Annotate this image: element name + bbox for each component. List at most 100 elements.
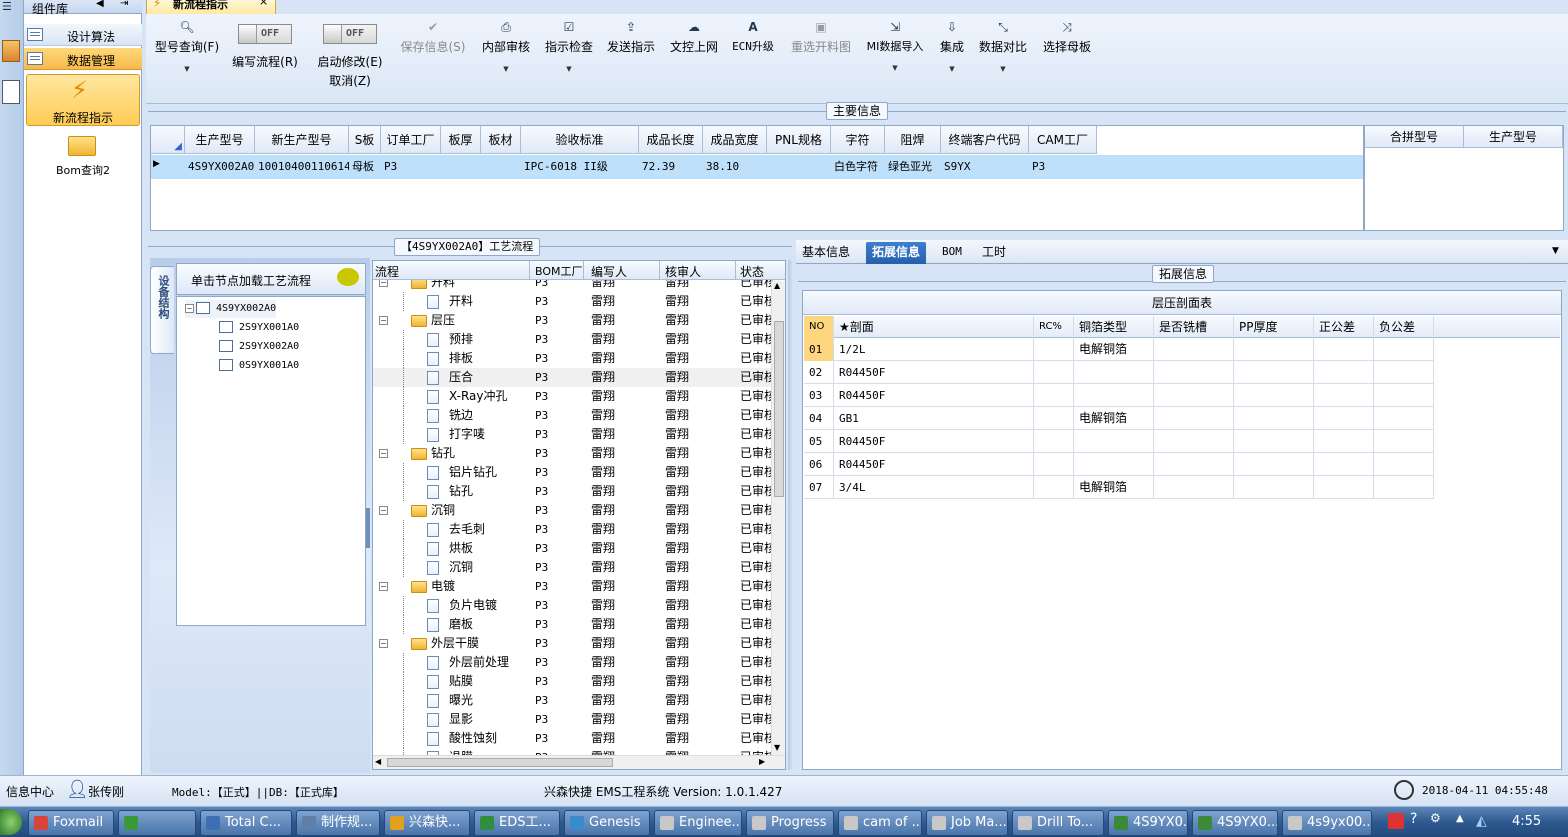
scroll-left-icon[interactable]: ◀ — [375, 757, 381, 766]
table-row[interactable]: 沉铜 P3 雷翔 雷翔 已审核 — [373, 558, 773, 577]
table-cell[interactable]: S9YX — [941, 156, 1029, 178]
table-cell[interactable]: 03 — [804, 384, 834, 407]
table-row[interactable]: 压合 P3 雷翔 雷翔 已审核 — [373, 368, 773, 387]
table-cell[interactable] — [1234, 384, 1314, 407]
table-cell[interactable]: GB1 — [834, 407, 1034, 430]
table-cell[interactable] — [1154, 384, 1234, 407]
column-header[interactable]: 验收标准 — [521, 126, 639, 154]
table-row[interactable]: 外层前处理 P3 雷翔 雷翔 已审核 — [373, 653, 773, 672]
table-cell[interactable]: 07 — [804, 476, 834, 499]
table-cell[interactable]: 1/2L — [834, 338, 1034, 361]
column-header-bom-factory[interactable]: BOM工厂 — [535, 263, 583, 279]
table-cell[interactable] — [1034, 476, 1074, 499]
doc-upload-button[interactable]: ☁ 文控上网 — [666, 14, 722, 104]
table-cell[interactable]: 4S9YX002A0 — [185, 156, 255, 178]
table-row[interactable]: − 钻孔 P3 雷翔 雷翔 已审核 — [373, 444, 773, 463]
table-cell[interactable]: 05 — [804, 430, 834, 453]
column-header[interactable]: 生产型号 — [185, 126, 255, 154]
tree-node[interactable]: 2S9YX001A0 — [219, 319, 299, 337]
chevron-down-icon[interactable]: ▼ — [542, 65, 596, 73]
scroll-down-icon[interactable]: ▼ — [774, 743, 780, 752]
chevron-down-icon[interactable]: ▼ — [862, 64, 928, 72]
table-cell[interactable]: 电解铜箔 — [1074, 407, 1154, 430]
table-cell[interactable]: 母板 — [349, 156, 381, 178]
table-cell[interactable] — [1074, 361, 1154, 384]
table-cell[interactable]: 10010400110614 — [255, 156, 349, 178]
table-row[interactable]: 04 GB1 电解铜箔 — [804, 407, 1434, 430]
tray-expand-icon[interactable]: ▲ — [1456, 813, 1464, 824]
table-cell[interactable] — [1074, 453, 1154, 476]
tab-extended-info[interactable]: 拓展信息 — [866, 242, 927, 264]
cancel-button[interactable]: 取消(Z) — [312, 72, 388, 89]
table-cell[interactable]: P3 — [1029, 156, 1097, 178]
chevron-down-icon[interactable]: ▼ — [478, 65, 534, 73]
tab-bom[interactable]: BOM — [936, 242, 968, 264]
sidebar-item-data-management[interactable]: 数据管理 — [24, 48, 142, 70]
taskbar-item[interactable]: 制作规... — [296, 810, 380, 836]
tab-basic-info[interactable]: 基本信息 — [796, 242, 856, 264]
column-header[interactable]: 负公差 — [1374, 316, 1434, 338]
taskbar-item[interactable]: EDS工... — [474, 810, 560, 836]
report-icon[interactable] — [2, 80, 20, 104]
table-cell[interactable]: 06 — [804, 453, 834, 476]
table-cell[interactable] — [1314, 453, 1374, 476]
taskbar-item[interactable]: 兴森快... — [384, 810, 470, 836]
column-header-writer[interactable]: 编写人 — [591, 263, 627, 280]
table-cell[interactable] — [1154, 430, 1234, 453]
table-cell[interactable] — [1234, 430, 1314, 453]
data-compare-button[interactable]: ⤡ 数据对比 ▼ — [976, 14, 1030, 104]
table-cell[interactable] — [1034, 361, 1074, 384]
table-cell[interactable]: 01 — [804, 338, 834, 361]
ecn-upgrade-button[interactable]: A ECN升级 — [728, 14, 778, 104]
column-header[interactable]: 板厚 — [441, 126, 481, 154]
table-row[interactable]: 去毛刺 P3 雷翔 雷翔 已审核 — [373, 520, 773, 539]
column-header-reviewer[interactable]: 核审人 — [665, 263, 701, 280]
table-cell[interactable] — [1034, 430, 1074, 453]
table-cell[interactable] — [1374, 476, 1434, 499]
tree-node-root[interactable]: −4S9YX002A0 — [185, 300, 277, 318]
table-cell[interactable] — [1374, 453, 1434, 476]
column-header[interactable]: 板材 — [481, 126, 521, 154]
taskbar-item[interactable]: Progress — [746, 810, 834, 836]
tab-work-hours[interactable]: 工时 — [976, 242, 1012, 264]
table-cell[interactable]: R04450F — [834, 361, 1034, 384]
table-cell[interactable] — [1314, 407, 1374, 430]
table-row[interactable]: 排板 P3 雷翔 雷翔 已审核 — [373, 349, 773, 368]
column-header[interactable]: NO — [804, 316, 834, 338]
factory-icon[interactable] — [2, 40, 20, 62]
table-cell[interactable] — [1374, 407, 1434, 430]
table-cell[interactable] — [1154, 338, 1234, 361]
scroll-up-icon[interactable]: ▲ — [774, 281, 780, 290]
save-info-button[interactable]: ✔ 保存信息(S) — [398, 14, 468, 104]
column-header[interactable]: PP厚度 — [1234, 316, 1314, 338]
table-cell[interactable] — [441, 156, 481, 178]
table-cell[interactable]: 72.39 — [639, 156, 703, 178]
table-row[interactable]: 07 3/4L 电解铜箔 — [804, 476, 1434, 499]
bom-query-button[interactable]: Bom查询2 — [26, 132, 140, 178]
table-cell[interactable]: 02 — [804, 361, 834, 384]
table-cell[interactable] — [1374, 384, 1434, 407]
collapse-toggle[interactable]: − — [379, 449, 388, 458]
column-header[interactable]: 成品宽度 — [703, 126, 767, 154]
help-icon[interactable]: ? — [1410, 811, 1417, 827]
table-cell[interactable] — [1154, 453, 1234, 476]
table-cell[interactable] — [1074, 384, 1154, 407]
table-cell[interactable] — [1154, 476, 1234, 499]
table-cell[interactable]: 电解铜箔 — [1074, 476, 1154, 499]
scroll-right-icon[interactable]: ▶ — [759, 757, 765, 766]
table-cell[interactable]: IPC-6018 II级 — [521, 156, 639, 178]
column-header-flow[interactable]: 流程 — [375, 263, 399, 280]
table-cell[interactable] — [1234, 407, 1314, 430]
column-header[interactable]: PNL规格 — [767, 126, 831, 154]
panel-pin-icon[interactable]: ⇥ — [120, 0, 128, 9]
taskbar-item[interactable]: Total C... — [200, 810, 292, 836]
table-row[interactable]: 02 R04450F — [804, 361, 1434, 384]
table-cell[interactable]: R04450F — [834, 453, 1034, 476]
taskbar-item[interactable]: Job Ma... — [926, 810, 1008, 836]
table-cell[interactable]: 绿色亚光 — [885, 156, 941, 178]
column-header[interactable]: CAM工厂 — [1029, 126, 1097, 154]
table-row[interactable]: 打字唛 P3 雷翔 雷翔 已审核 — [373, 425, 773, 444]
table-cell[interactable] — [1034, 453, 1074, 476]
merge-model-header[interactable]: 合拼型号 — [1365, 126, 1464, 148]
network-icon[interactable]: ◭ — [1476, 813, 1487, 829]
